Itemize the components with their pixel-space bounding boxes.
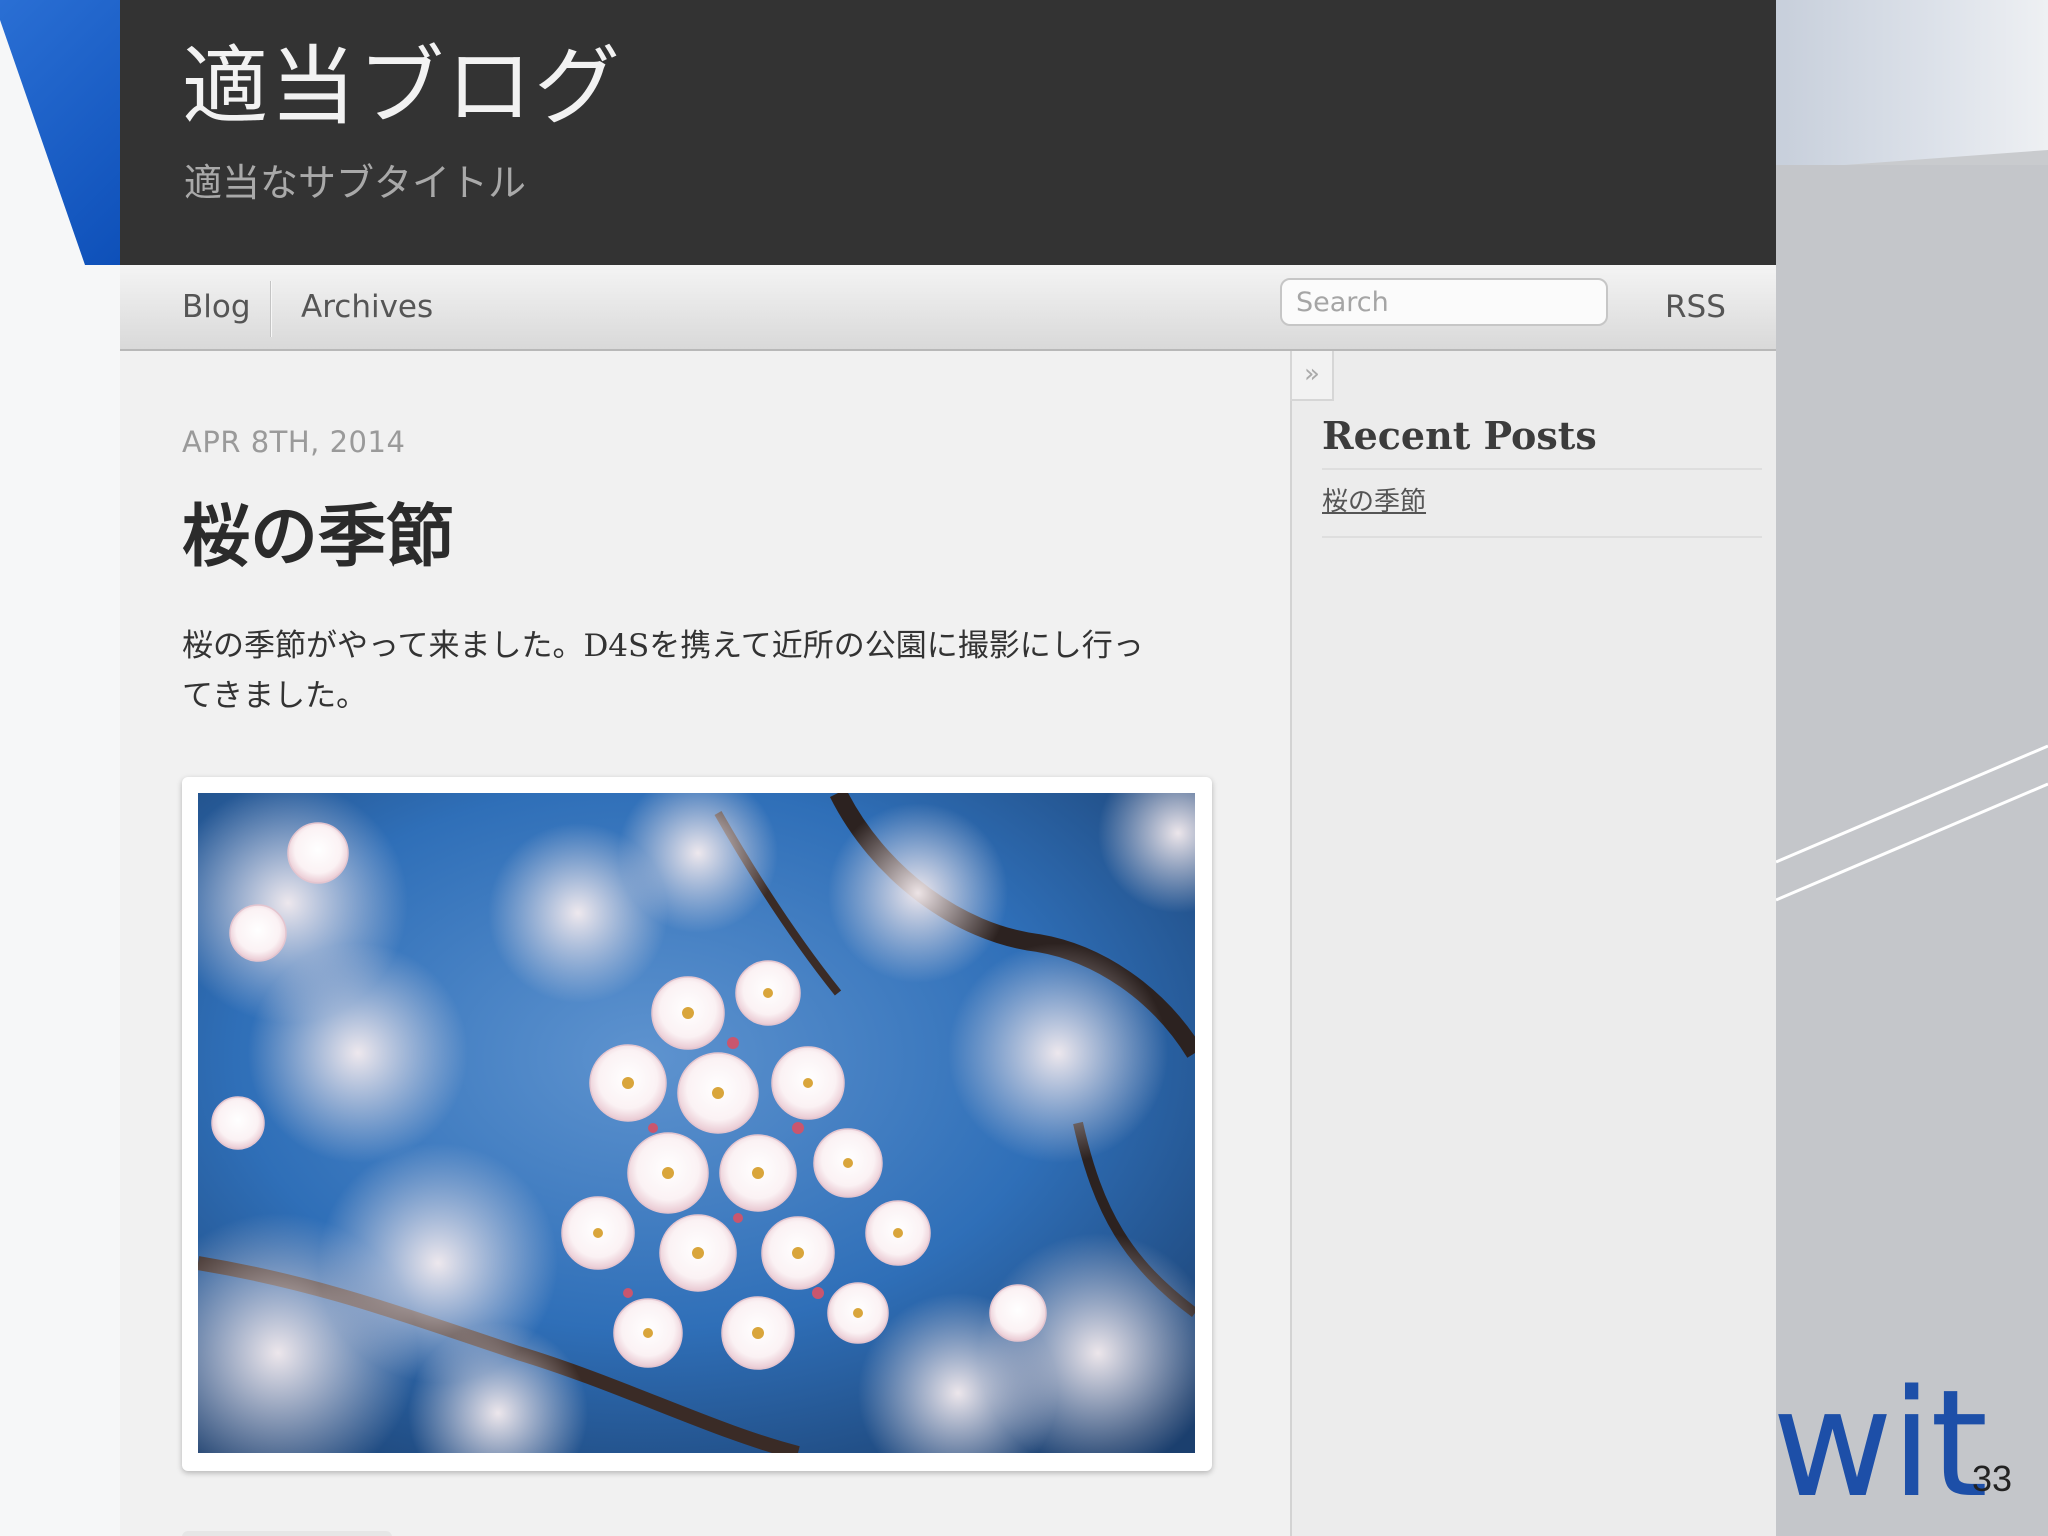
post-body-line-2: てきました。 bbox=[182, 678, 368, 714]
site-subtitle: 適当なサブタイトル bbox=[184, 161, 527, 205]
post-image-frame bbox=[182, 777, 1212, 1471]
cherry-blossom-photo bbox=[198, 793, 1195, 1453]
double-chevron-right-icon: » bbox=[1304, 359, 1320, 389]
recent-posts-list: 桜の季節 bbox=[1322, 481, 1762, 538]
post-title[interactable]: 桜の季節 bbox=[182, 481, 454, 580]
rss-link[interactable]: RSS bbox=[1665, 265, 1726, 349]
slide-decorative-lines bbox=[1776, 744, 2048, 902]
post-body-line-1: 桜の季節がやって来ました。D4Sを携えて近所の公園に撮影にし行っ bbox=[182, 628, 1144, 664]
nav-item-blog[interactable]: Blog bbox=[182, 265, 251, 349]
site-title[interactable]: 適当ブログ bbox=[182, 40, 622, 135]
post-date: APR 8TH, 2014 bbox=[182, 425, 406, 459]
list-item: 桜の季節 bbox=[1322, 481, 1762, 538]
search-input[interactable] bbox=[1280, 278, 1608, 326]
slide-right-top-band bbox=[1776, 0, 2048, 170]
sidebar: » Recent Posts 桜の季節 bbox=[1290, 351, 1776, 1536]
slide-page-number: 33 bbox=[1972, 1458, 2013, 1499]
sidebar-collapse-button[interactable]: » bbox=[1290, 351, 1334, 401]
recent-post-link[interactable]: 桜の季節 bbox=[1322, 487, 1426, 517]
post-body: 桜の季節がやって来ました。D4Sを携えて近所の公園に撮影にし行っ てきました。 bbox=[182, 621, 1202, 721]
brand-logo-text: wit bbox=[1772, 1358, 1988, 1530]
site-header: 適当ブログ 適当なサブタイトル bbox=[120, 0, 1776, 265]
post-footer-tab bbox=[182, 1531, 392, 1536]
recent-posts-heading: Recent Posts bbox=[1322, 413, 1762, 470]
nav-item-archives[interactable]: Archives bbox=[301, 265, 433, 349]
blog-screenshot: 適当ブログ 適当なサブタイトル Blog Archives RSS APR 8T… bbox=[120, 0, 1776, 1536]
main-navigation: Blog Archives RSS bbox=[120, 265, 1776, 351]
post-content: APR 8TH, 2014 桜の季節 桜の季節がやって来ました。D4Sを携えて近… bbox=[120, 351, 1290, 1536]
nav-divider bbox=[270, 281, 272, 337]
